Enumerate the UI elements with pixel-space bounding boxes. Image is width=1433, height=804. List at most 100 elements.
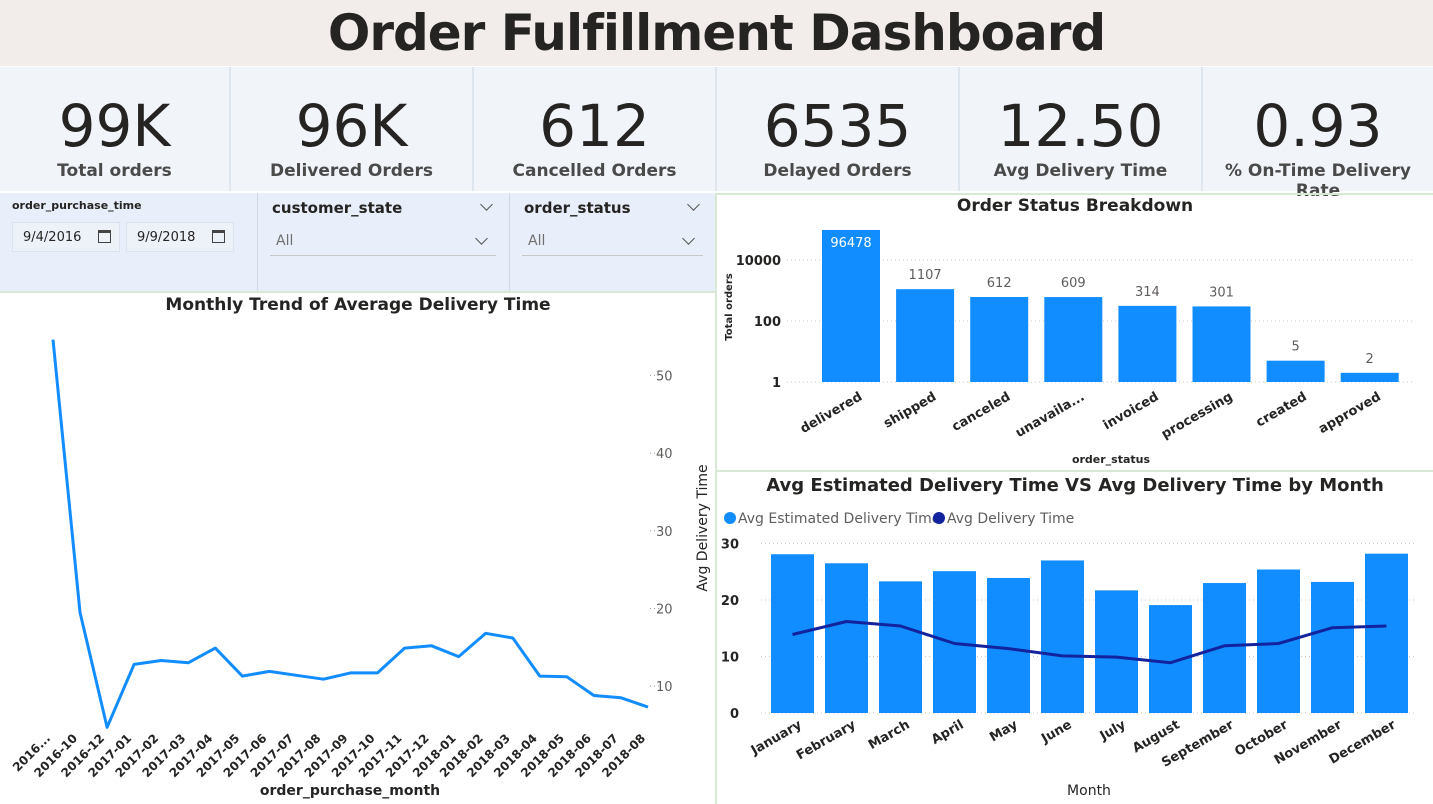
kpi-card-delayed-orders: 6535 Delayed Orders xyxy=(717,67,960,191)
y-tick-label: 1 xyxy=(772,376,781,391)
kpi-label: Total orders xyxy=(57,161,172,181)
x-axis-label: order_status xyxy=(1072,453,1151,466)
x-tick-label: approved xyxy=(1316,389,1384,437)
legend-marker xyxy=(933,512,945,524)
data-label: 2 xyxy=(1366,352,1374,367)
x-tick-label: unavaila... xyxy=(1013,389,1087,441)
y-tick-label: 40 xyxy=(656,447,673,462)
y-tick-label: 50 xyxy=(656,369,673,384)
y-tick-label: 30 xyxy=(721,538,739,553)
x-tick-label: shipped xyxy=(881,389,939,431)
monthly-delivery-comparison-chart: Avg Estimated Delivery Time Avg Delivery… xyxy=(721,511,1414,799)
bar xyxy=(822,229,880,382)
kpi-value: 6535 xyxy=(763,92,912,160)
legend: Avg Estimated Delivery Time Avg Delivery… xyxy=(724,511,1074,527)
legend-label: Avg Estimated Delivery Time xyxy=(738,511,940,527)
kpi-card-on-time-rate: 0.93 % On-Time Delivery Rate xyxy=(1203,67,1433,201)
x-tick-label: February xyxy=(794,717,859,763)
date-slicer-title: order_purchase_time xyxy=(12,199,142,212)
y-tick-label: 30 xyxy=(656,525,673,540)
y-tick-label: 0 xyxy=(730,707,739,722)
start-date-input[interactable]: 9/4/2016 xyxy=(12,222,120,252)
x-tick-label: May xyxy=(987,717,1021,745)
chevron-down-icon[interactable] xyxy=(682,232,695,245)
monthly-trend-chart: 1020304050 2016...2016-102016-122017-012… xyxy=(10,339,711,799)
y-axis-label: Avg Delivery Time xyxy=(695,464,711,591)
bar xyxy=(987,577,1030,713)
divider xyxy=(257,193,258,291)
x-tick-label: June xyxy=(1038,717,1074,747)
bar xyxy=(1340,372,1399,382)
x-tick-label: canceled xyxy=(950,389,1014,434)
end-date-value: 9/9/2018 xyxy=(137,230,196,245)
series-line xyxy=(51,339,649,729)
bar xyxy=(1095,590,1138,713)
chevron-down-icon[interactable] xyxy=(475,232,488,245)
y-tick-label: 10 xyxy=(656,680,673,695)
x-tick-label: invoiced xyxy=(1101,389,1162,433)
bar xyxy=(1257,569,1300,713)
legend-marker xyxy=(724,512,736,524)
data-label: 96478 xyxy=(830,236,871,251)
kpi-label: Delayed Orders xyxy=(763,161,912,181)
bar xyxy=(1311,581,1354,713)
bar xyxy=(1041,560,1084,713)
kpi-label: Cancelled Orders xyxy=(512,161,677,181)
data-label: 314 xyxy=(1135,285,1160,300)
y-tick-label: 20 xyxy=(721,594,739,609)
y-axis-label: Total orders xyxy=(724,273,735,340)
kpi-value: 12.50 xyxy=(997,92,1164,160)
kpi-card-total-orders: 99K Total orders xyxy=(0,67,231,191)
title-bar: Order Fulfillment Dashboard xyxy=(0,0,1433,66)
customer-state-dropdown[interactable]: All xyxy=(270,228,496,256)
calendar-icon[interactable] xyxy=(212,230,225,243)
divider xyxy=(509,193,510,291)
data-label: 609 xyxy=(1061,276,1086,291)
y-tick-label: 20 xyxy=(656,602,673,617)
x-tick-label: processing xyxy=(1159,389,1235,442)
x-tick-label: delivered xyxy=(798,389,865,436)
kpi-label: Delivered Orders xyxy=(270,161,433,181)
order-status-chart: 1 100 10000 96478 1107 612 609 314 301 5 2 delive… xyxy=(724,229,1414,466)
kpi-card-cancelled-orders: 612 Cancelled Orders xyxy=(474,67,717,191)
page-title: Order Fulfillment Dashboard xyxy=(327,4,1106,62)
bar xyxy=(879,581,922,713)
bar xyxy=(1044,297,1103,382)
bar xyxy=(825,563,868,713)
y-tick-label: 100 xyxy=(754,315,781,330)
legend-label: Avg Delivery Time xyxy=(947,511,1074,527)
order-status-value: All xyxy=(528,233,546,249)
x-tick-label: July xyxy=(1097,717,1129,744)
kpi-card-avg-delivery-time: 12.50 Avg Delivery Time xyxy=(960,67,1203,191)
x-tick-label: March xyxy=(866,717,913,753)
order-status-slicer-title: order_status xyxy=(524,199,631,217)
bar xyxy=(1118,305,1177,382)
bar xyxy=(1192,306,1251,382)
order-status-dropdown[interactable]: All xyxy=(522,228,703,256)
end-date-input[interactable]: 9/9/2018 xyxy=(126,222,234,252)
calendar-icon[interactable] xyxy=(98,230,111,243)
bar xyxy=(896,289,955,382)
kpi-value: 99K xyxy=(58,92,171,160)
bar xyxy=(970,297,1029,382)
y-tick-label: 10 xyxy=(721,651,739,666)
x-tick-label: created xyxy=(1254,389,1310,430)
bar xyxy=(1266,360,1325,382)
kpi-card-delivered-orders: 96K Delivered Orders xyxy=(231,67,474,191)
data-label: 301 xyxy=(1209,285,1234,300)
start-date-value: 9/4/2016 xyxy=(23,230,82,245)
x-tick-label: April xyxy=(929,717,967,747)
customer-state-value: All xyxy=(276,233,294,249)
bar xyxy=(1203,583,1246,713)
kpi-label: Avg Delivery Time xyxy=(993,161,1168,181)
data-label: 5 xyxy=(1291,340,1299,355)
kpi-value: 612 xyxy=(539,92,650,160)
x-axis-label: order_purchase_month xyxy=(260,783,440,799)
data-label: 1107 xyxy=(909,268,942,283)
bar xyxy=(1365,553,1408,713)
y-tick-label: 10000 xyxy=(736,254,781,269)
data-label: 612 xyxy=(987,276,1012,291)
kpi-value: 0.93 xyxy=(1253,92,1383,160)
customer-state-slicer-title: customer_state xyxy=(272,199,403,217)
x-axis-label: Month xyxy=(1067,783,1111,799)
